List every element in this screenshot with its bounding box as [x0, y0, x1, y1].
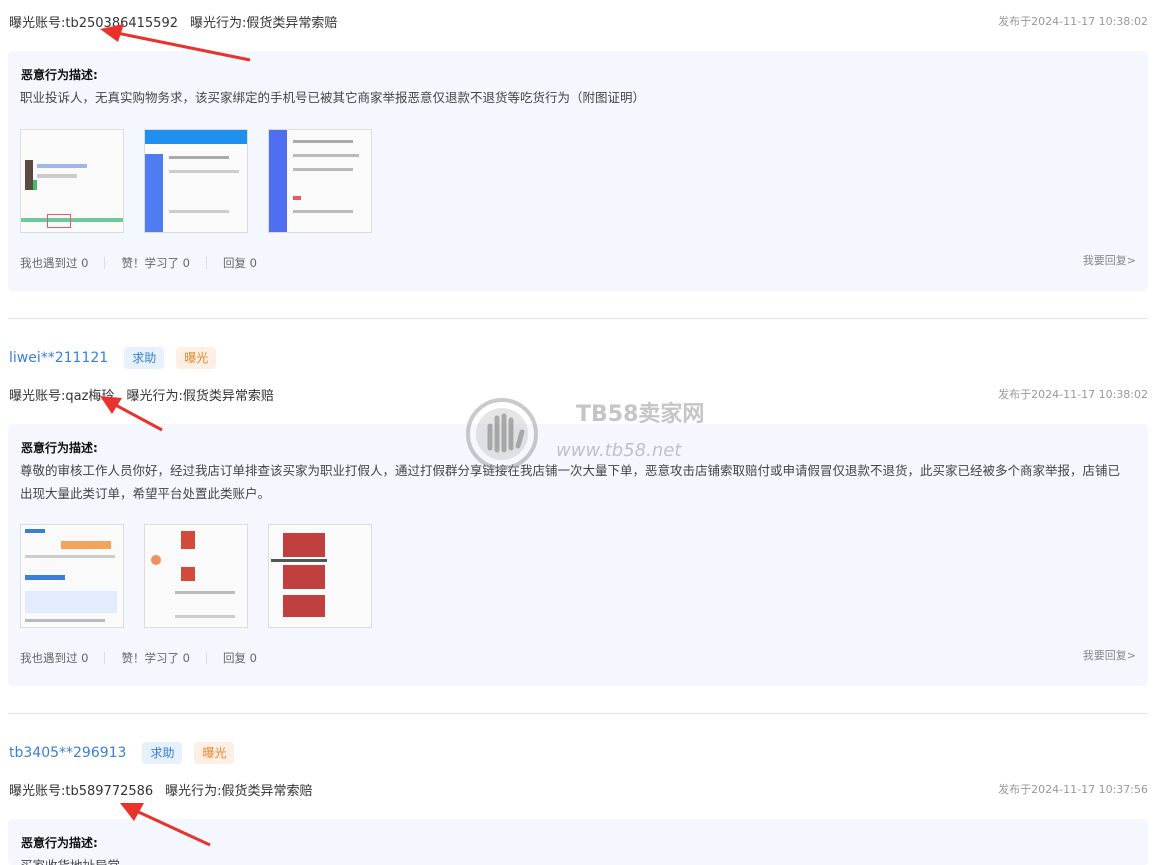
post-actions: 我也遇到过 0 赞！学习了 0 回复 0: [20, 255, 257, 271]
action-separator: [104, 257, 106, 269]
help-tag[interactable]: 求助: [142, 742, 183, 764]
post-divider: [8, 318, 1148, 319]
write-reply-link[interactable]: 我要回复>: [1083, 252, 1136, 268]
description-title: 恶意行为描述:: [21, 836, 98, 850]
evidence-image[interactable]: [144, 524, 248, 628]
exposed-account: 曝光账号:qaz梅玲: [9, 388, 115, 404]
description-card: 恶意行为描述: 买家收货地址异常: [8, 819, 1148, 865]
met-too-button[interactable]: 我也遇到过 0: [20, 650, 88, 666]
action-separator: [104, 652, 106, 664]
like-button[interactable]: 赞！学习了 0: [121, 255, 189, 271]
exposed-account: 曝光账号:tb589772586: [9, 783, 154, 799]
evidence-image[interactable]: [20, 524, 124, 628]
reply-count-button[interactable]: 回复 0: [223, 255, 257, 271]
exposed-behavior: 曝光行为:假货类异常索赔: [126, 388, 274, 404]
description-text: 职业投诉人，无真实购物务求，该买家绑定的手机号已被其它商家举报恶意仅退款不退货等…: [20, 90, 646, 105]
evidence-image[interactable]: [20, 129, 124, 233]
exposed-behavior: 曝光行为:假货类异常索赔: [189, 15, 338, 31]
exposed-account: 曝光账号:tb250386415592: [9, 15, 178, 31]
evidence-image[interactable]: [144, 129, 248, 233]
post-meta: 曝光账号:tb589772586 曝光行为:假货类异常索赔 发布于2024-11…: [9, 779, 1148, 799]
image-gallery: [20, 129, 392, 233]
met-too-button[interactable]: 我也遇到过 0: [20, 255, 88, 271]
image-gallery: [20, 524, 392, 628]
description-card: 恶意行为描述: 职业投诉人，无真实购物务求，该买家绑定的手机号已被其它商家举报恶…: [8, 51, 1148, 291]
post-divider: [8, 713, 1148, 714]
author-row: liwei**211121 求助 曝光: [9, 346, 228, 370]
post-meta: 曝光账号:qaz梅玲 曝光行为:假货类异常索赔 发布于2024-11-17 10…: [9, 384, 1148, 404]
action-separator: [205, 257, 207, 269]
author-name-link[interactable]: liwei**211121: [9, 350, 108, 366]
action-separator: [205, 652, 207, 664]
publish-date: 发布于2024-11-17 10:38:02: [998, 15, 1148, 28]
description-text: 买家收货地址异常: [20, 854, 1120, 865]
expose-tag[interactable]: 曝光: [194, 742, 235, 764]
exposed-behavior: 曝光行为:假货类异常索赔: [165, 783, 313, 799]
description-card: 恶意行为描述: 尊敬的审核工作人员你好，经过我店订单排查该买家为职业打假人，通过…: [8, 424, 1148, 686]
evidence-image[interactable]: [268, 524, 372, 628]
reply-count-button[interactable]: 回复 0: [223, 650, 257, 666]
like-button[interactable]: 赞！学习了 0: [121, 650, 189, 666]
publish-date: 发布于2024-11-17 10:37:56: [998, 783, 1148, 796]
help-tag[interactable]: 求助: [124, 347, 165, 369]
post-meta: 曝光账号:tb250386415592 曝光行为:假货类异常索赔 发布于2024…: [9, 11, 1148, 31]
author-name-link[interactable]: tb3405**296913: [9, 745, 126, 761]
description-title: 恶意行为描述:: [21, 68, 98, 82]
write-reply-link[interactable]: 我要回复>: [1083, 647, 1136, 663]
description-text: 尊敬的审核工作人员你好，经过我店订单排查该买家为职业打假人，通过打假群分享链接在…: [20, 463, 1121, 501]
author-row: tb3405**296913 求助 曝光: [9, 741, 246, 765]
post-actions: 我也遇到过 0 赞！学习了 0 回复 0: [20, 650, 257, 666]
description-title: 恶意行为描述:: [21, 441, 98, 455]
evidence-image[interactable]: [268, 129, 372, 233]
expose-tag[interactable]: 曝光: [176, 347, 217, 369]
publish-date: 发布于2024-11-17 10:38:02: [998, 388, 1148, 401]
